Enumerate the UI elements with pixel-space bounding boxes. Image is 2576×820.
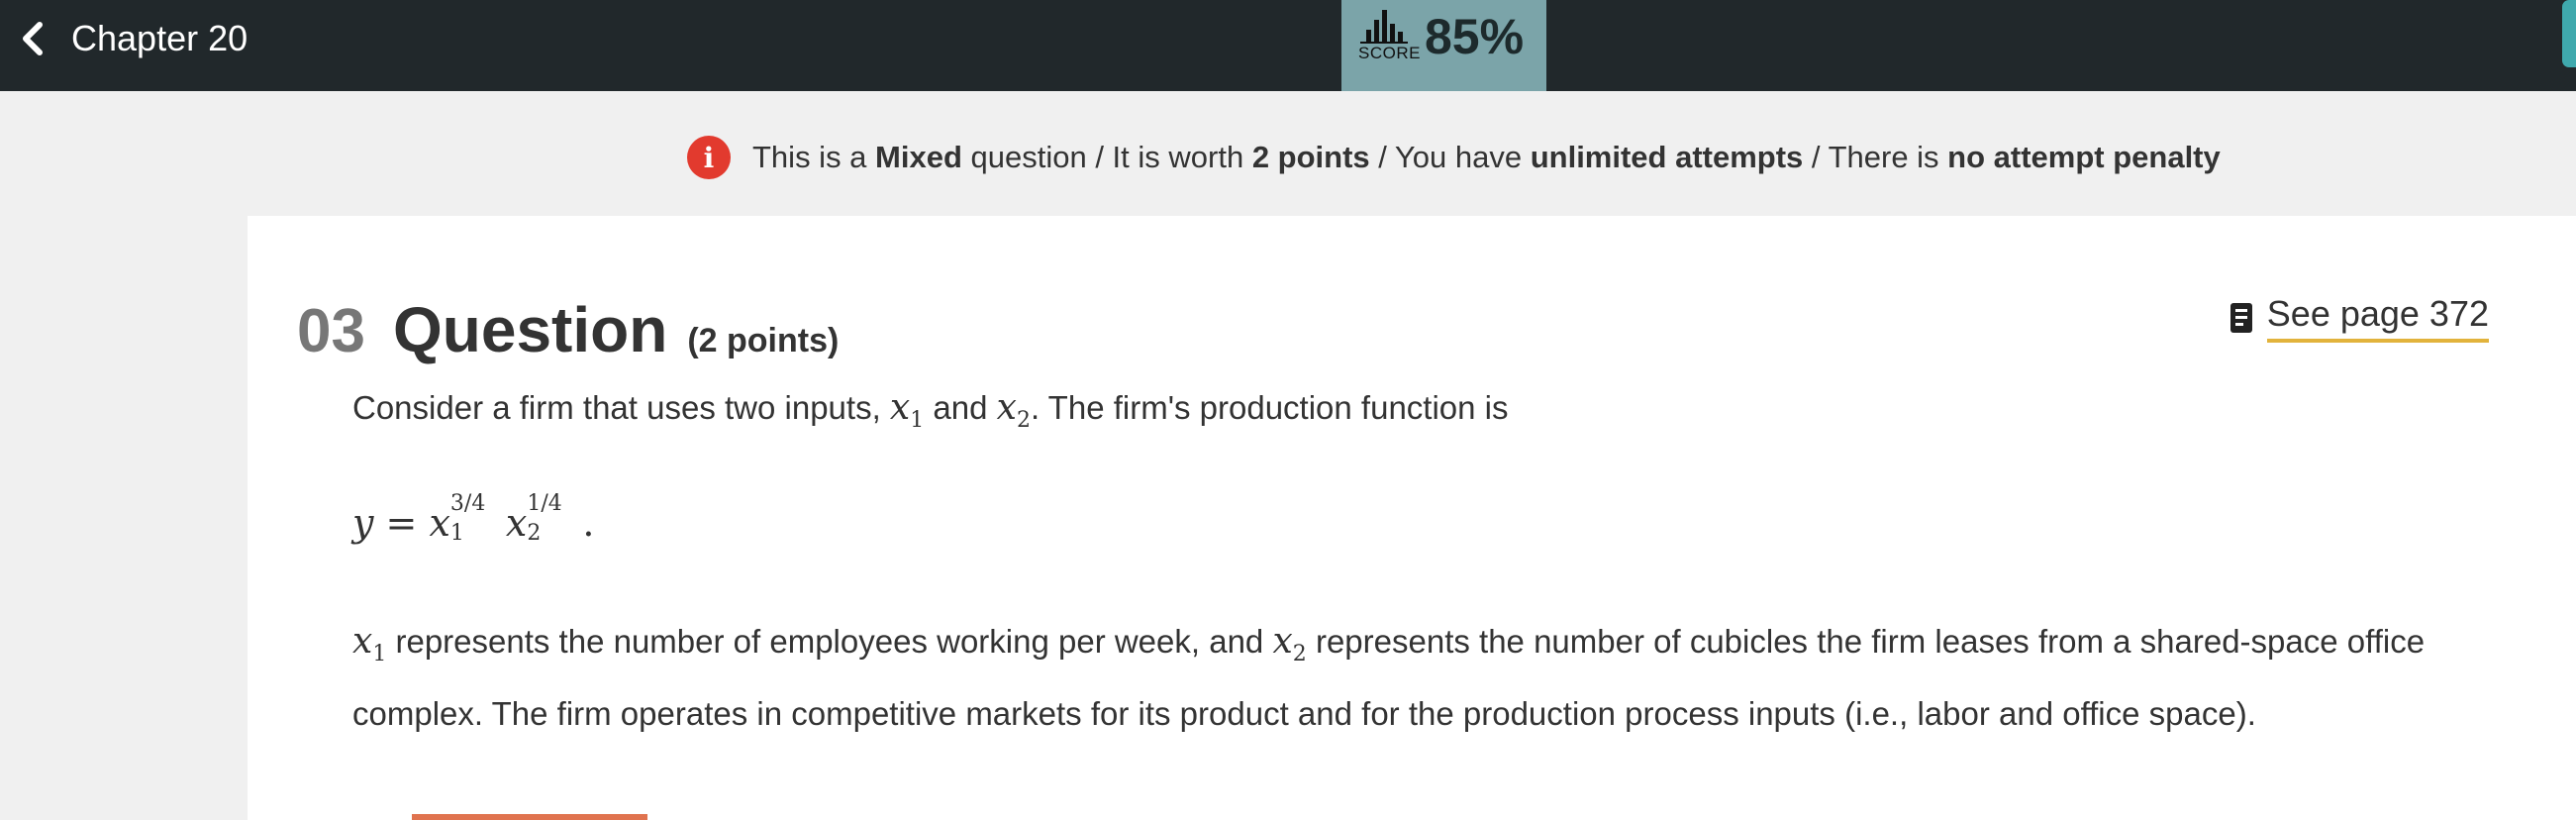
subscript-1: 1 [449, 520, 464, 546]
info-question-type: Mixed [875, 140, 962, 174]
subscript-2: 2 [1292, 642, 1307, 667]
score-panel[interactable]: SCORE 85% [1341, 0, 1546, 91]
question-title: Question [392, 294, 668, 365]
see-page-link-wrap[interactable]: See page 372 [2229, 293, 2489, 343]
intro-text: . The firm's production function is [1030, 389, 1509, 426]
eq-x1: x [429, 501, 450, 545]
question-info-bar: i This is a Mixed question / It is worth… [687, 133, 2221, 182]
intro-text: Consider a firm that uses two inputs, [352, 389, 890, 426]
question-points: (2 points) [687, 322, 840, 359]
chapter-title: Chapter 20 [71, 18, 248, 58]
eq-x1-scripts: 3/4 1 [449, 491, 506, 547]
info-attempts: unlimited attempts [1530, 140, 1804, 174]
info-icon: i [687, 136, 731, 179]
subscript-2: 2 [527, 520, 542, 546]
chevron-left-icon [23, 22, 43, 55]
var-x: x [996, 387, 1017, 428]
exponent-2: 1/4 [527, 490, 562, 516]
info-text-part: / You have [1369, 140, 1531, 174]
back-button[interactable]: Chapter 20 [18, 0, 248, 77]
question-description: x1 represents the number of employees wo… [352, 612, 2511, 744]
production-function: y = x 3/4 1 x 1/4 2. [352, 491, 595, 547]
var-x: x [889, 387, 911, 428]
subscript-1: 1 [910, 408, 925, 434]
eq-equals: = [373, 501, 430, 545]
info-penalty: no attempt penalty [1947, 140, 2221, 174]
bar-chart-icon [1360, 10, 1408, 44]
eq-y: y [352, 501, 374, 545]
question-number: 03 [297, 297, 365, 365]
subscript-1: 1 [372, 642, 387, 667]
var-x: x [352, 621, 373, 662]
info-text-part: question / It is worth [961, 140, 1252, 174]
intro-text: and [924, 389, 997, 426]
var-x2: x2 [996, 387, 1031, 433]
var-x2: x2 [1272, 621, 1306, 666]
question-header: 03 Question (2 points) [297, 293, 839, 366]
description-text: represents the number of employees worki… [386, 623, 1273, 660]
info-points: 2 points [1251, 140, 1370, 174]
side-panel-tab[interactable] [2562, 0, 2576, 67]
score-value: 85% [1425, 9, 1525, 64]
top-bar: Chapter 20 SCORE 85% [0, 0, 2576, 91]
info-text-part: / There is [1803, 140, 1948, 174]
var-x1: x1 [352, 621, 386, 666]
question-card: 03 Question (2 points) See page 372 Cons… [248, 216, 2576, 820]
active-tab-indicator [412, 814, 647, 820]
info-text: This is a Mixed question / It is worth 2… [752, 140, 2221, 175]
ebook-icon [2229, 303, 2252, 333]
eq-x2-scripts: 1/4 2 [527, 491, 582, 547]
var-x1: x1 [889, 387, 924, 433]
var-x: x [1272, 621, 1293, 662]
exponent-1: 3/4 [449, 490, 486, 516]
info-text-part: This is a [752, 140, 876, 174]
question-intro: Consider a firm that uses two inputs, x1… [352, 378, 2511, 451]
eq-x2: x [505, 501, 528, 545]
see-page-link[interactable]: See page 372 [2266, 293, 2489, 343]
score-label: SCORE [1358, 44, 1421, 62]
subscript-2: 2 [1016, 408, 1031, 434]
eq-period: . [582, 501, 595, 545]
